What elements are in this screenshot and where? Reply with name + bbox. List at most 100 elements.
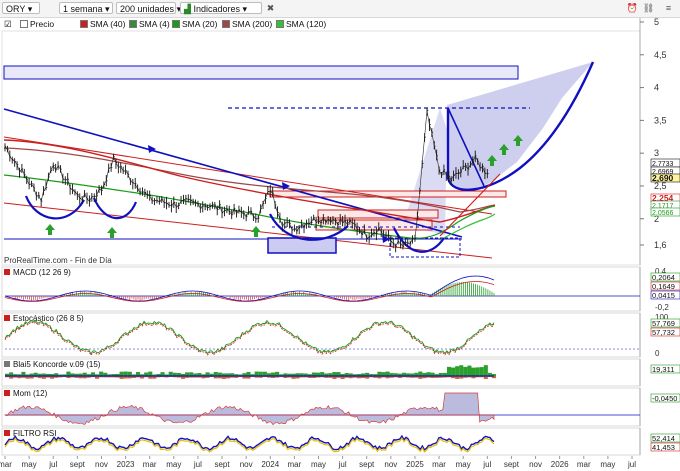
koncorde-bar xyxy=(119,371,124,376)
time-axis-label: mar xyxy=(432,460,446,469)
panel-frame xyxy=(1,266,641,312)
buy-arrow-icon xyxy=(107,227,117,233)
panel-title: MACD (12 26 9) xyxy=(13,268,71,277)
time-axis-label: jul xyxy=(482,460,491,469)
panel-title: Blai5 Koncorde v.09 (15) xyxy=(13,360,101,369)
axis-tick-label: 0 xyxy=(655,349,660,358)
time-axis: mar may jul sept nov 2023 mar may jul sept nov 2024… xyxy=(0,456,636,469)
panel-icon xyxy=(4,390,10,396)
koncorde-bar xyxy=(467,365,472,376)
time-axis-label: jul xyxy=(48,460,57,469)
buy-arrow-icon xyxy=(45,224,55,230)
price-tag-label: 2,0566 xyxy=(652,210,674,217)
downtrend-line xyxy=(3,108,463,238)
axis-tick-label: 5 xyxy=(654,17,659,27)
buy-arrow-stem xyxy=(254,232,258,237)
indicator-panel: MACD (12 26 9) 0,4-0,20,20640,16490,0415 xyxy=(1,266,680,312)
buy-arrow-icon xyxy=(251,226,261,232)
time-axis-label: sept xyxy=(214,460,230,469)
axis-tick-label: 3 xyxy=(654,148,659,158)
koncorde-bar xyxy=(451,367,456,376)
value-tag-label: 57,769 xyxy=(652,319,675,328)
time-axis-label: jul xyxy=(627,460,636,469)
koncorde-bar xyxy=(455,366,460,376)
panel-icon xyxy=(4,315,10,321)
value-tag-label: 0,1649 xyxy=(652,282,675,291)
price-tag-label: 2,690 xyxy=(652,173,674,183)
time-axis-label: sept xyxy=(70,460,86,469)
koncorde-bar xyxy=(99,371,104,376)
buy-arrow-stem xyxy=(502,150,506,155)
value-tag-label: 41,453 xyxy=(652,443,675,452)
time-axis-label: 2023 xyxy=(117,460,135,469)
time-axis-label: jul xyxy=(193,460,202,469)
koncorde-bar xyxy=(66,371,71,376)
price-axis: 54,543,532,521,62,77332,69692,6902,2542,… xyxy=(639,17,680,265)
value-tag-label: 19,311 xyxy=(652,365,674,374)
buy-arrow-stem xyxy=(48,230,52,235)
time-axis-label: may xyxy=(166,460,181,469)
value-tag-label: -0,0450 xyxy=(652,394,677,403)
source-label: ProRealTime.com - Fin de Día xyxy=(4,256,112,265)
axis-tick-label: 3,5 xyxy=(654,115,667,125)
time-axis-label: mar xyxy=(143,460,157,469)
time-axis-label: nov xyxy=(529,460,542,469)
axis-tick-label: -0,2 xyxy=(655,303,669,312)
indicator-panel: FILTRO RSI 52,41441,453 xyxy=(1,427,680,456)
koncorde-bar xyxy=(258,371,263,376)
koncorde-bar xyxy=(418,371,423,376)
koncorde-bar xyxy=(483,365,488,376)
time-axis-label: nov xyxy=(240,460,253,469)
koncorde-bar xyxy=(479,367,484,376)
axis-tick-label: 1,6 xyxy=(654,240,667,250)
indicator-panel: Mom (12) -0,0450 xyxy=(1,387,680,427)
panel-frame xyxy=(1,387,641,427)
time-axis-label: jul xyxy=(338,460,347,469)
koncorde-bar xyxy=(446,366,452,376)
indicator-panel: Blai5 Koncorde v.09 (15) 19,311 xyxy=(1,358,680,387)
koncorde-bar xyxy=(148,371,153,376)
time-axis-label: mar xyxy=(0,460,12,469)
value-tag-label: 57,732 xyxy=(652,328,675,337)
value-tag-label: 52,414 xyxy=(652,434,675,443)
koncorde-bar xyxy=(21,371,26,376)
indicator-panels: MACD (12 26 9) 0,4-0,20,20640,16490,0415E… xyxy=(1,266,680,456)
time-axis-label: 2024 xyxy=(261,460,279,469)
axis-tick-label: 4 xyxy=(654,83,659,93)
indicator-panel: Estocástico (26 8 5) 100057,76957,732 xyxy=(1,312,680,358)
panel-title: Estocástico (26 8 5) xyxy=(13,314,84,323)
koncorde-bar xyxy=(275,371,280,376)
koncorde-bar xyxy=(168,371,173,376)
koncorde-bar xyxy=(377,371,382,376)
value-tag-label: 0,2064 xyxy=(652,273,675,282)
panel-title: Mom (12) xyxy=(13,389,48,398)
time-axis-label: nov xyxy=(384,460,397,469)
axis-tick-label: 4,5 xyxy=(654,50,667,60)
koncorde-bar xyxy=(127,371,132,376)
time-axis-label: may xyxy=(456,460,471,469)
time-axis-label: sept xyxy=(504,460,520,469)
time-axis-label: 2026 xyxy=(551,460,569,469)
koncorde-bar xyxy=(262,371,267,376)
resistance-zone xyxy=(3,65,519,80)
stock-chart[interactable]: 54,543,532,521,62,77332,69692,6902,2542,… xyxy=(0,0,680,471)
panel-title: FILTRO RSI xyxy=(13,429,56,438)
buy-arrow-stem xyxy=(110,233,114,238)
time-axis-label: sept xyxy=(359,460,375,469)
value-tag-label: 0,0415 xyxy=(652,291,675,300)
koncorde-bar xyxy=(254,371,259,376)
time-axis-label: may xyxy=(600,460,615,469)
time-axis-label: 2025 xyxy=(406,460,424,469)
time-axis-label: may xyxy=(22,460,37,469)
time-axis-label: may xyxy=(311,460,326,469)
projection-cup-fill xyxy=(447,62,593,192)
panel-icon xyxy=(4,430,10,436)
koncorde-bar xyxy=(213,371,218,376)
koncorde-bar xyxy=(246,371,251,376)
buy-arrow-stem xyxy=(490,161,494,166)
time-axis-label: nov xyxy=(95,460,108,469)
koncorde-bar xyxy=(123,371,128,376)
buy-arrow-stem xyxy=(516,141,520,146)
time-axis-label: mar xyxy=(287,460,301,469)
koncorde-bar xyxy=(463,366,468,376)
